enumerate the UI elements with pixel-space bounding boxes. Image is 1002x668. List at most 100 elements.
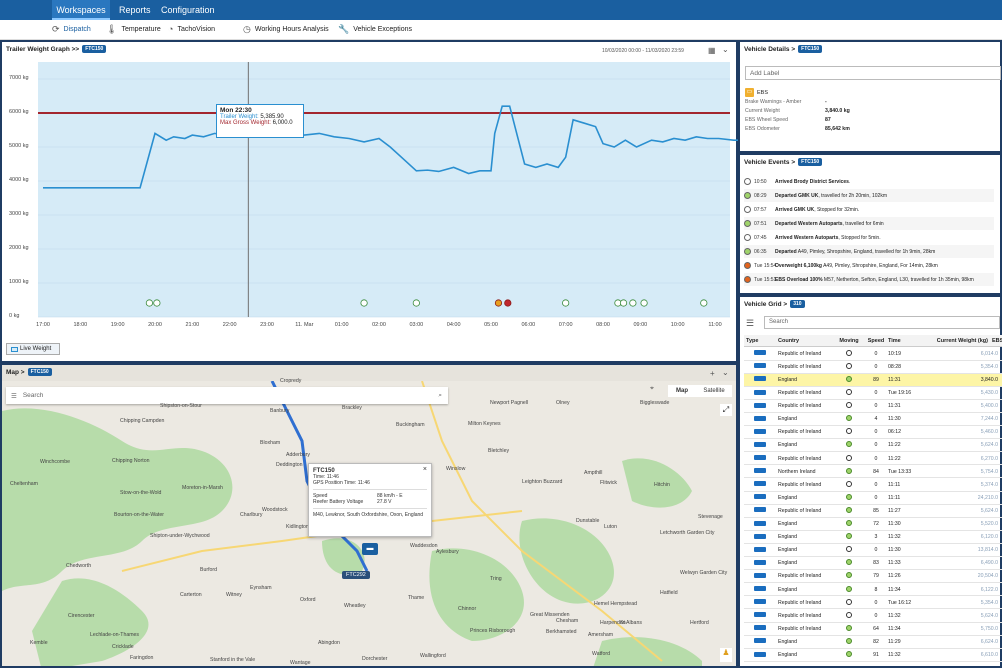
grid-row[interactable]: Republic of Ireland 0 Tue 16:12 5,354.0 (744, 597, 1002, 610)
grid-moving-cell (834, 441, 864, 449)
add-label-input[interactable]: Add Label (745, 66, 1001, 80)
vehicle-marker-icon[interactable]: ▬ (362, 543, 378, 555)
trailer-weight-chart (38, 62, 738, 318)
map-type-map-button[interactable]: Map (668, 385, 696, 397)
popup-close-icon[interactable]: × (423, 466, 427, 473)
details-title: Vehicle Details > FTC150 (744, 45, 823, 53)
event-marker[interactable] (640, 299, 648, 307)
event-row[interactable]: 10:50 Arrived Brody District Services. (744, 175, 994, 188)
grid-time-cell: 11:30 (888, 547, 901, 554)
grid-type-cell (744, 520, 778, 528)
location-pin-icon[interactable]: ⌖ (650, 385, 654, 393)
popup-location: M40, Lewknor, South Oxfordshire, Oxon, E… (313, 512, 424, 518)
grid-row[interactable]: Republic of Ireland 79 11:26 20,504.0 (744, 571, 1002, 584)
event-row[interactable]: 08:29 Departed GMK UK, travelled for 2h 2… (744, 189, 994, 202)
map-place-label: Berkhamsted (546, 629, 577, 635)
event-marker[interactable] (562, 299, 570, 307)
map-place-label: Lechlade-on-Thames (90, 632, 140, 638)
event-row[interactable]: 07:57 Arrived GMK UK, Stopped for 32min. (744, 203, 994, 216)
grid-row[interactable]: England 72 11:30 5,520.0 (744, 518, 1002, 531)
event-row[interactable]: 06:35 Departed A49, Pimley, Shropshire, E… (744, 245, 994, 258)
grid-time-cell: 10:19 (888, 350, 901, 357)
vehicle-marker-label[interactable]: FTC292 (342, 571, 370, 579)
grid-row[interactable]: England 0 11:30 13,814.0 (744, 545, 1002, 558)
grid-row[interactable]: Republic of Ireland 0 11:31 5,400.0 (744, 400, 1002, 413)
grid-country-cell: Republic of Ireland (778, 403, 822, 410)
grid-row[interactable]: England 0 11:11 24,210.0 (744, 492, 1002, 505)
grid-country-cell: Republic of Ireland (778, 481, 822, 488)
event-row[interactable]: 07:45 Arrived Western Autoparts, Stopped … (744, 231, 994, 244)
fullscreen-icon[interactable]: ⤢ (720, 404, 732, 416)
grid-type-cell (744, 428, 778, 436)
grid-row[interactable]: Republic of Ireland 0 11:22 6,270.0 (744, 453, 1002, 466)
event-marker[interactable] (629, 299, 637, 307)
moving-icon (846, 375, 852, 382)
grid-weight-cell: 5,430.0 (980, 390, 998, 397)
event-time: Tue 15:51 (754, 276, 777, 283)
grid-moving-cell (834, 389, 864, 397)
grid-row[interactable]: Republic of Ireland 85 11:27 5,624.0 (744, 505, 1002, 518)
x-tick-label: 03:00 (409, 322, 424, 328)
grid-row[interactable]: Republic of Ireland 0 Tue 19:16 5,430.0 (744, 387, 1002, 400)
grid-row[interactable]: Republic of Ireland 64 11:34 5,750.0 (744, 623, 1002, 636)
popup-gps-time: GPS Position Time: 11:46 (313, 480, 370, 486)
col-country[interactable]: Country (778, 338, 834, 344)
grid-row[interactable]: Republic of Ireland 0 11:11 5,374.0 (744, 479, 1002, 492)
map-chevron-down-icon[interactable]: ⌄ (722, 368, 729, 377)
col-speed[interactable]: Speed (864, 338, 888, 344)
col-weight[interactable]: Current Weight (kg) (918, 338, 992, 344)
event-marker[interactable] (145, 299, 153, 307)
x-tick-label: 01:00 (334, 322, 349, 328)
event-text: Arrived Western Autoparts, Stopped for 5… (775, 235, 881, 241)
stopped-icon (846, 480, 852, 487)
grid-row[interactable]: England 0 11:22 5,624.0 (744, 440, 1002, 453)
map-place-label: Adderbury (286, 452, 310, 458)
map-place-label: Shipston-on-Stour (160, 403, 202, 409)
event-marker[interactable] (412, 299, 420, 307)
event-marker[interactable] (153, 299, 161, 307)
grid-speed-cell: 0 (874, 547, 878, 554)
event-marker[interactable] (700, 299, 708, 307)
event-marker[interactable] (494, 299, 503, 307)
grid-row[interactable]: England 82 11:29 6,624.0 (744, 636, 1002, 649)
grid-row[interactable]: Republic of Ireland 0 11:32 5,624.0 (744, 610, 1002, 623)
map-search-icon[interactable]: ⌕ (438, 392, 442, 400)
moving-icon (846, 651, 852, 658)
grid-row[interactable]: England 83 11:33 6,490.0 (744, 558, 1002, 571)
col-ebs[interactable]: EBS (992, 338, 1002, 344)
menu-icon[interactable]: ☰ (746, 318, 754, 329)
hamburger-icon[interactable]: ☰ (11, 392, 17, 400)
col-time[interactable]: Time (888, 338, 918, 344)
grid-row[interactable]: England 91 11:32 6,610.0 (744, 649, 1002, 662)
grid-row[interactable]: England 8 11:34 6,122.0 (744, 584, 1002, 597)
live-weight-button[interactable]: Live Weight (6, 343, 60, 355)
add-icon[interactable]: + (710, 369, 715, 378)
grid-row[interactable]: England 89 11:31 3,840.0 (744, 374, 1002, 387)
map-place-label: Banbury (270, 408, 290, 414)
grid-type-cell (744, 612, 778, 619)
grid-row[interactable]: Republic of Ireland 0 10:19 6,014.0 (744, 348, 1002, 361)
event-marker[interactable] (619, 299, 628, 307)
map-search-box[interactable]: ☰ Search ⌕ (6, 387, 448, 404)
event-title: EBS Overload 100% (775, 276, 823, 283)
event-marker[interactable] (360, 299, 368, 307)
event-row[interactable]: Tue 15:51 EBS Overload 100% M57, Netherto… (744, 273, 994, 286)
map-type-satellite-button[interactable]: Satellite (696, 385, 732, 397)
event-marker[interactable] (504, 299, 512, 307)
grid-search-input[interactable]: Search (764, 316, 1000, 329)
grid-row[interactable]: Republic of Ireland 0 06:12 5,460.0 (744, 427, 1002, 440)
event-detail: , travelled for 6min (842, 220, 884, 227)
event-row[interactable]: 07:51 Departed Western Autoparts, travell… (744, 217, 994, 230)
grid-row[interactable]: Northern Ireland 84 Tue 13:33 5,754.0 (744, 466, 1002, 479)
x-tick-label: 11. Mar (295, 322, 314, 328)
event-row[interactable]: Tue 15:54 Overweight 6,100kg A49, Pimley,… (744, 259, 994, 272)
map-place-label: Flitwick (600, 480, 618, 486)
grid-row[interactable]: England 4 11:30 7,244.0 (744, 414, 1002, 427)
col-moving[interactable]: Moving (834, 338, 864, 344)
x-tick-label: 18:00 (73, 322, 88, 328)
pegman-icon[interactable]: ♟ (720, 648, 732, 662)
grid-row[interactable]: England 3 11:32 6,120.0 (744, 531, 1002, 544)
grid-row[interactable]: Republic of Ireland 0 08:28 5,354.0 (744, 361, 1002, 374)
grid-speed-cell: 0 (874, 363, 878, 370)
col-type[interactable]: Type (744, 338, 778, 344)
